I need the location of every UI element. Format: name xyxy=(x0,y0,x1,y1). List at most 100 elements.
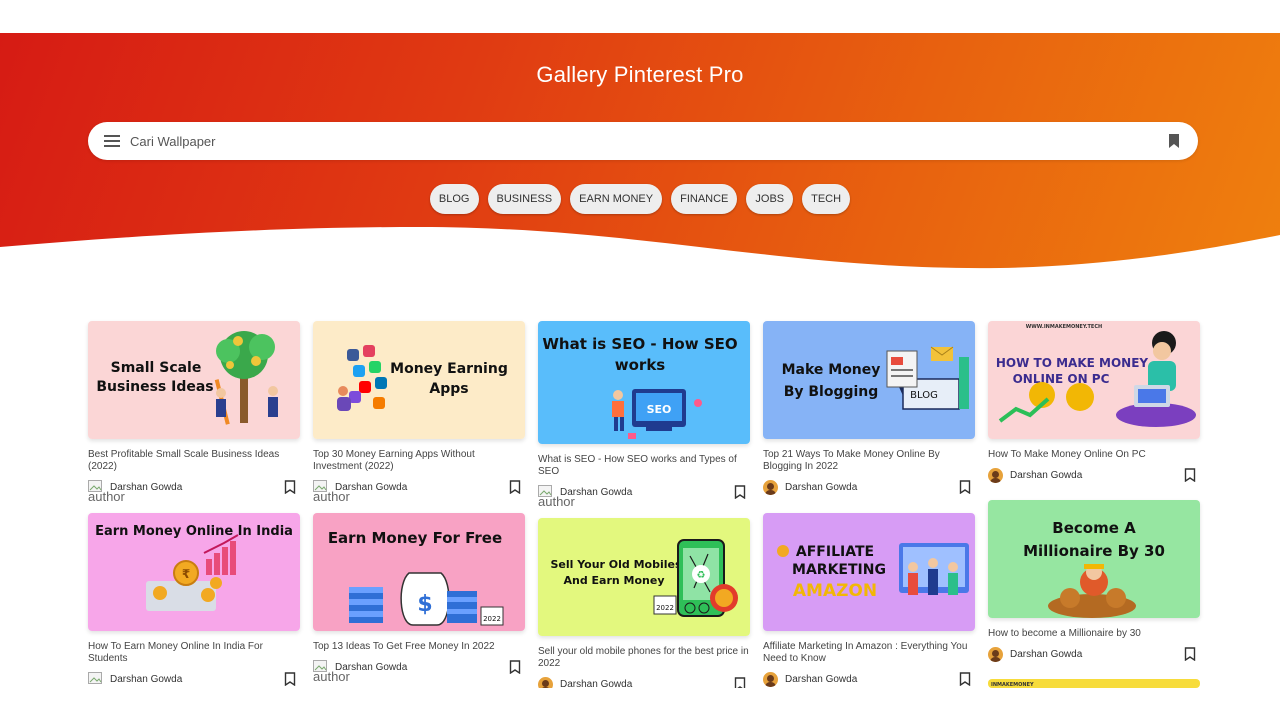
post-title[interactable]: Sell your old mobile phones for the best… xyxy=(538,646,750,670)
avatar xyxy=(988,647,1003,662)
thumbnail-text-line: SEO xyxy=(647,403,672,416)
author-name[interactable]: Darshan Gowda xyxy=(1010,470,1082,481)
broken-image-icon xyxy=(88,672,102,684)
post-card: INMAKEMONEY xyxy=(988,679,1200,688)
author-name[interactable]: Darshan Gowda xyxy=(560,487,632,498)
thumbnail-text-line: HOW TO MAKE MONEY xyxy=(996,356,1149,370)
post-title[interactable]: How To Make Money Online On PC xyxy=(988,449,1200,461)
post-card: Money Earning Apps Top 30 Money Earning … xyxy=(313,321,525,504)
post-meta: author Darshan Gowda xyxy=(313,660,525,684)
post-card: Make Money By Blogging BLOG Top 21 Ways … xyxy=(763,321,975,500)
bookmark-outline-icon[interactable] xyxy=(509,660,521,674)
post-meta: author Darshan Gowda xyxy=(538,485,750,509)
avatar xyxy=(763,672,778,687)
thumbnail-text-line: BLOG xyxy=(910,390,938,401)
avatar xyxy=(763,480,778,495)
post-thumbnail[interactable]: AFFILIATE MARKETING AMAZON xyxy=(763,513,975,631)
bookmark-outline-icon[interactable] xyxy=(734,485,746,499)
thumbnail-text-line: ♻ xyxy=(697,570,706,581)
post-thumbnail[interactable]: Earn Money For Free $ 2022 xyxy=(313,513,525,631)
thumbnail-text-line: $ xyxy=(417,592,432,617)
post-card: AFFILIATE MARKETING AMAZON Affiliate Mar… xyxy=(763,513,975,692)
bookmark-outline-icon[interactable] xyxy=(284,672,296,686)
avatar xyxy=(988,468,1003,483)
thumbnail-text-line: Small Scale xyxy=(111,360,202,376)
post-thumbnail[interactable]: Sell Your Old Mobiles And Earn Money ♻ 2… xyxy=(538,518,750,636)
post-thumbnail[interactable]: Become A Millionaire By 30 xyxy=(988,500,1200,618)
thumbnail-text-line: By Blogging xyxy=(784,384,879,400)
thumbnail-text-line: works xyxy=(615,356,666,374)
chip-blog[interactable]: BLOG xyxy=(429,184,479,214)
thumbnail-text-line: Make Money xyxy=(782,362,881,378)
chip-jobs[interactable]: JOBS xyxy=(746,184,794,214)
page-title: Gallery Pinterest Pro xyxy=(536,62,744,87)
bottom-fade xyxy=(0,688,1280,720)
thumbnail-text-line: Apps xyxy=(429,381,468,397)
post-thumbnail[interactable]: WWW.INMAKEMONEY.TECH HOW TO MAKE MONEY O… xyxy=(988,321,1200,439)
bookmark-outline-icon[interactable] xyxy=(959,672,971,686)
thumbnail-text-line: 2022 xyxy=(483,615,501,623)
thumbnail-text-line: MARKETING xyxy=(792,562,886,578)
post-meta: Darshan Gowda xyxy=(988,468,1200,488)
author-name[interactable]: Darshan Gowda xyxy=(785,674,857,685)
author-name[interactable]: Darshan Gowda xyxy=(785,482,857,493)
post-thumbnail[interactable]: Earn Money Online In India ₹ xyxy=(88,513,300,631)
bookmark-outline-icon[interactable] xyxy=(284,480,296,494)
post-card: Sell Your Old Mobiles And Earn Money ♻ 2… xyxy=(538,518,750,697)
thumbnail-text-line: Business Ideas xyxy=(96,379,213,395)
post-title[interactable]: Best Profitable Small Scale Business Ide… xyxy=(88,449,300,473)
post-title[interactable]: What is SEO - How SEO works and Types of… xyxy=(538,454,750,478)
author-name[interactable]: Darshan Gowda xyxy=(335,482,407,493)
thumbnail-text-line: Millionaire By 30 xyxy=(1023,542,1165,560)
thumbnail-text-line: AFFILIATE xyxy=(796,544,874,560)
post-thumbnail[interactable]: Small Scale Business Ideas xyxy=(88,321,300,439)
thumbnail-text-line: What is SEO - How SEO xyxy=(542,335,737,353)
post-title[interactable]: Top 13 Ideas To Get Free Money In 2022 xyxy=(313,641,525,653)
author-name[interactable]: Darshan Gowda xyxy=(335,662,407,673)
thumbnail-text-line: ONLINE ON PC xyxy=(1013,372,1110,386)
author-name[interactable]: Darshan Gowda xyxy=(1010,649,1082,660)
thumbnail-background xyxy=(313,321,525,439)
post-meta: author Darshan Gowda xyxy=(88,480,300,504)
thumbnail-text-line: Earn Money Online In India xyxy=(95,524,293,539)
header: Gallery Pinterest Pro BLOG BUSINESS EARN… xyxy=(0,33,1280,283)
thumbnail-text-line: Earn Money For Free xyxy=(328,529,502,547)
thumbnail-text-line: 2022 xyxy=(656,604,674,612)
bookmark-outline-icon[interactable] xyxy=(509,480,521,494)
post-title[interactable]: Top 21 Ways To Make Money Online By Blog… xyxy=(763,449,975,473)
search-input[interactable] xyxy=(130,122,1130,160)
post-thumbnail[interactable]: INMAKEMONEY xyxy=(988,679,1200,688)
thumbnail-text-line: Become A xyxy=(1052,519,1136,537)
post-meta: Darshan Gowda xyxy=(763,480,975,500)
post-card: Become A Millionaire By 30 How to become… xyxy=(988,500,1200,667)
page: Gallery Pinterest Pro BLOG BUSINESS EARN… xyxy=(0,0,1280,720)
author-name[interactable]: Darshan Gowda xyxy=(110,482,182,493)
chip-earn-money[interactable]: EARN MONEY xyxy=(570,184,663,214)
bookmark-outline-icon[interactable] xyxy=(1184,468,1196,482)
bookmark-outline-icon[interactable] xyxy=(959,480,971,494)
thumbnail-text-line: AMAZON xyxy=(793,581,877,601)
post-thumbnail[interactable]: Money Earning Apps xyxy=(313,321,525,439)
bookmark-outline-icon[interactable] xyxy=(1184,647,1196,661)
chip-tech[interactable]: TECH xyxy=(802,184,851,214)
post-title[interactable]: Top 30 Money Earning Apps Without Invest… xyxy=(313,449,525,473)
thumbnail-text-line: ₹ xyxy=(182,567,190,581)
thumbnail-small-text: WWW.INMAKEMONEY.TECH xyxy=(1026,324,1102,330)
post-thumbnail[interactable]: What is SEO - How SEO works SEO xyxy=(538,321,750,444)
post-title[interactable]: How to become a Millionaire by 30 xyxy=(988,628,1200,640)
post-thumbnail[interactable]: Make Money By Blogging BLOG xyxy=(763,321,975,439)
thumbnail-text-line: Sell Your Old Mobiles xyxy=(550,558,682,571)
chip-business[interactable]: BUSINESS xyxy=(487,184,562,214)
post-title[interactable]: How To Earn Money Online In India For St… xyxy=(88,641,300,665)
search-bar xyxy=(88,122,1198,160)
post-title[interactable]: Affiliate Marketing In Amazon : Everythi… xyxy=(763,641,975,665)
post-card: Earn Money Online In India ₹ How To Earn… xyxy=(88,513,300,692)
thumbnail-text-line: Money Earning xyxy=(390,361,508,377)
header-wave xyxy=(0,227,1280,283)
bookmark-icon[interactable] xyxy=(1168,133,1180,149)
menu-icon[interactable] xyxy=(104,135,120,147)
chip-finance[interactable]: FINANCE xyxy=(671,184,738,214)
post-card: Earn Money For Free $ 2022 Top 13 Ideas … xyxy=(313,513,525,684)
post-meta: Darshan Gowda xyxy=(988,647,1200,667)
author-name[interactable]: Darshan Gowda xyxy=(110,674,182,685)
